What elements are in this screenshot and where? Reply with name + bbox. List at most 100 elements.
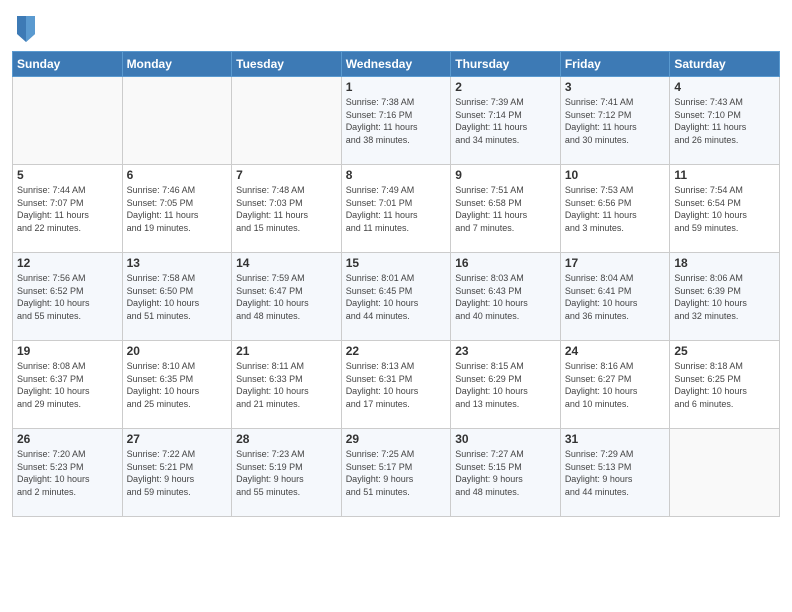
day-number: 11 (674, 168, 775, 182)
calendar-cell: 29 Sunrise: 7:25 AM Sunset: 5:17 PM Dayli… (341, 429, 451, 517)
weekday-header: Monday (122, 52, 232, 77)
day-info: Sunrise: 7:53 AM Sunset: 6:56 PM Dayligh… (565, 184, 666, 234)
day-info: Sunrise: 7:49 AM Sunset: 7:01 PM Dayligh… (346, 184, 447, 234)
calendar-cell: 13 Sunrise: 7:58 AM Sunset: 6:50 PM Dayli… (122, 253, 232, 341)
calendar-week-row: 19 Sunrise: 8:08 AM Sunset: 6:37 PM Dayli… (13, 341, 780, 429)
day-number: 6 (127, 168, 228, 182)
calendar-cell: 27 Sunrise: 7:22 AM Sunset: 5:21 PM Dayli… (122, 429, 232, 517)
day-info: Sunrise: 7:56 AM Sunset: 6:52 PM Dayligh… (17, 272, 118, 322)
weekday-header: Wednesday (341, 52, 451, 77)
day-info: Sunrise: 8:11 AM Sunset: 6:33 PM Dayligh… (236, 360, 337, 410)
calendar-cell: 30Sunrise: 7:27 AM Sunset: 5:15 PM Dayli… (451, 429, 561, 517)
calendar-cell: 7 Sunrise: 7:48 AM Sunset: 7:03 PM Daylig… (232, 165, 342, 253)
calendar-cell: 31 Sunrise: 7:29 AM Sunset: 5:13 PM Dayli… (560, 429, 670, 517)
day-info: Sunrise: 8:01 AM Sunset: 6:45 PM Dayligh… (346, 272, 447, 322)
day-info: Sunrise: 7:39 AM Sunset: 7:14 PM Dayligh… (455, 96, 556, 146)
day-info: Sunrise: 8:03 AM Sunset: 6:43 PM Dayligh… (455, 272, 556, 322)
day-info: Sunrise: 7:46 AM Sunset: 7:05 PM Dayligh… (127, 184, 228, 234)
calendar-cell: 2 Sunrise: 7:39 AM Sunset: 7:14 PM Daylig… (451, 77, 561, 165)
day-info: Sunrise: 7:43 AM Sunset: 7:10 PM Dayligh… (674, 96, 775, 146)
day-number: 22 (346, 344, 447, 358)
day-number: 29 (346, 432, 447, 446)
day-number: 26 (17, 432, 118, 446)
day-number: 25 (674, 344, 775, 358)
calendar-cell (670, 429, 780, 517)
day-number: 18 (674, 256, 775, 270)
day-info: Sunrise: 8:16 AM Sunset: 6:27 PM Dayligh… (565, 360, 666, 410)
calendar-cell: 25 Sunrise: 8:18 AM Sunset: 6:25 PM Dayli… (670, 341, 780, 429)
calendar-cell: 23Sunrise: 8:15 AM Sunset: 6:29 PM Dayli… (451, 341, 561, 429)
day-number: 19 (17, 344, 118, 358)
day-number: 28 (236, 432, 337, 446)
day-info: Sunrise: 8:13 AM Sunset: 6:31 PM Dayligh… (346, 360, 447, 410)
day-number: 5 (17, 168, 118, 182)
calendar-body: 1Sunrise: 7:38 AM Sunset: 7:16 PM Daylig… (13, 77, 780, 517)
day-number: 4 (674, 80, 775, 94)
day-number: 31 (565, 432, 666, 446)
day-info: Sunrise: 7:29 AM Sunset: 5:13 PM Dayligh… (565, 448, 666, 498)
calendar-cell: 6 Sunrise: 7:46 AM Sunset: 7:05 PM Daylig… (122, 165, 232, 253)
day-info: Sunrise: 7:41 AM Sunset: 7:12 PM Dayligh… (565, 96, 666, 146)
calendar-cell: 28 Sunrise: 7:23 AM Sunset: 5:19 PM Dayli… (232, 429, 342, 517)
day-number: 21 (236, 344, 337, 358)
calendar-week-row: 1Sunrise: 7:38 AM Sunset: 7:16 PM Daylig… (13, 77, 780, 165)
calendar-week-row: 26 Sunrise: 7:20 AM Sunset: 5:23 PM Dayli… (13, 429, 780, 517)
calendar-cell: 9 Sunrise: 7:51 AM Sunset: 6:58 PM Daylig… (451, 165, 561, 253)
day-number: 23 (455, 344, 556, 358)
day-info: Sunrise: 7:58 AM Sunset: 6:50 PM Dayligh… (127, 272, 228, 322)
day-info: Sunrise: 8:18 AM Sunset: 6:25 PM Dayligh… (674, 360, 775, 410)
day-number: 27 (127, 432, 228, 446)
day-info: Sunrise: 7:23 AM Sunset: 5:19 PM Dayligh… (236, 448, 337, 498)
logo-icon (15, 14, 37, 47)
day-number: 7 (236, 168, 337, 182)
day-number: 13 (127, 256, 228, 270)
calendar-cell: 17 Sunrise: 8:04 AM Sunset: 6:41 PM Dayli… (560, 253, 670, 341)
calendar-cell (232, 77, 342, 165)
day-info: Sunrise: 7:25 AM Sunset: 5:17 PM Dayligh… (346, 448, 447, 498)
calendar-cell (122, 77, 232, 165)
day-info: Sunrise: 7:22 AM Sunset: 5:21 PM Dayligh… (127, 448, 228, 498)
day-info: Sunrise: 8:04 AM Sunset: 6:41 PM Dayligh… (565, 272, 666, 322)
day-number: 1 (346, 80, 447, 94)
calendar-cell: 8 Sunrise: 7:49 AM Sunset: 7:01 PM Daylig… (341, 165, 451, 253)
calendar-cell: 15 Sunrise: 8:01 AM Sunset: 6:45 PM Dayli… (341, 253, 451, 341)
page-header (12, 10, 780, 47)
calendar-cell: 4 Sunrise: 7:43 AM Sunset: 7:10 PM Daylig… (670, 77, 780, 165)
day-info: Sunrise: 8:10 AM Sunset: 6:35 PM Dayligh… (127, 360, 228, 410)
calendar-cell: 14 Sunrise: 7:59 AM Sunset: 6:47 PM Dayli… (232, 253, 342, 341)
calendar-cell: 11 Sunrise: 7:54 AM Sunset: 6:54 PM Dayli… (670, 165, 780, 253)
calendar-week-row: 5Sunrise: 7:44 AM Sunset: 7:07 PM Daylig… (13, 165, 780, 253)
day-info: Sunrise: 7:51 AM Sunset: 6:58 PM Dayligh… (455, 184, 556, 234)
day-number: 17 (565, 256, 666, 270)
day-info: Sunrise: 7:20 AM Sunset: 5:23 PM Dayligh… (17, 448, 118, 498)
calendar-cell: 18 Sunrise: 8:06 AM Sunset: 6:39 PM Dayli… (670, 253, 780, 341)
day-number: 12 (17, 256, 118, 270)
day-info: Sunrise: 7:27 AM Sunset: 5:15 PM Dayligh… (455, 448, 556, 498)
logo (12, 14, 37, 47)
page-container: SundayMondayTuesdayWednesdayThursdayFrid… (0, 0, 792, 523)
calendar-cell: 21 Sunrise: 8:11 AM Sunset: 6:33 PM Dayli… (232, 341, 342, 429)
day-info: Sunrise: 8:08 AM Sunset: 6:37 PM Dayligh… (17, 360, 118, 410)
weekday-row: SundayMondayTuesdayWednesdayThursdayFrid… (13, 52, 780, 77)
day-info: Sunrise: 7:48 AM Sunset: 7:03 PM Dayligh… (236, 184, 337, 234)
calendar-cell: 3Sunrise: 7:41 AM Sunset: 7:12 PM Daylig… (560, 77, 670, 165)
day-number: 9 (455, 168, 556, 182)
weekday-header: Thursday (451, 52, 561, 77)
day-number: 14 (236, 256, 337, 270)
weekday-header: Saturday (670, 52, 780, 77)
calendar-cell: 20Sunrise: 8:10 AM Sunset: 6:35 PM Dayli… (122, 341, 232, 429)
weekday-header: Sunday (13, 52, 123, 77)
calendar-header: SundayMondayTuesdayWednesdayThursdayFrid… (13, 52, 780, 77)
calendar-cell (13, 77, 123, 165)
day-info: Sunrise: 8:06 AM Sunset: 6:39 PM Dayligh… (674, 272, 775, 322)
day-number: 2 (455, 80, 556, 94)
weekday-header: Tuesday (232, 52, 342, 77)
day-number: 10 (565, 168, 666, 182)
day-info: Sunrise: 7:59 AM Sunset: 6:47 PM Dayligh… (236, 272, 337, 322)
day-info: Sunrise: 7:54 AM Sunset: 6:54 PM Dayligh… (674, 184, 775, 234)
day-number: 8 (346, 168, 447, 182)
day-number: 15 (346, 256, 447, 270)
calendar-cell: 10 Sunrise: 7:53 AM Sunset: 6:56 PM Dayli… (560, 165, 670, 253)
calendar-cell: 26 Sunrise: 7:20 AM Sunset: 5:23 PM Dayli… (13, 429, 123, 517)
weekday-header: Friday (560, 52, 670, 77)
